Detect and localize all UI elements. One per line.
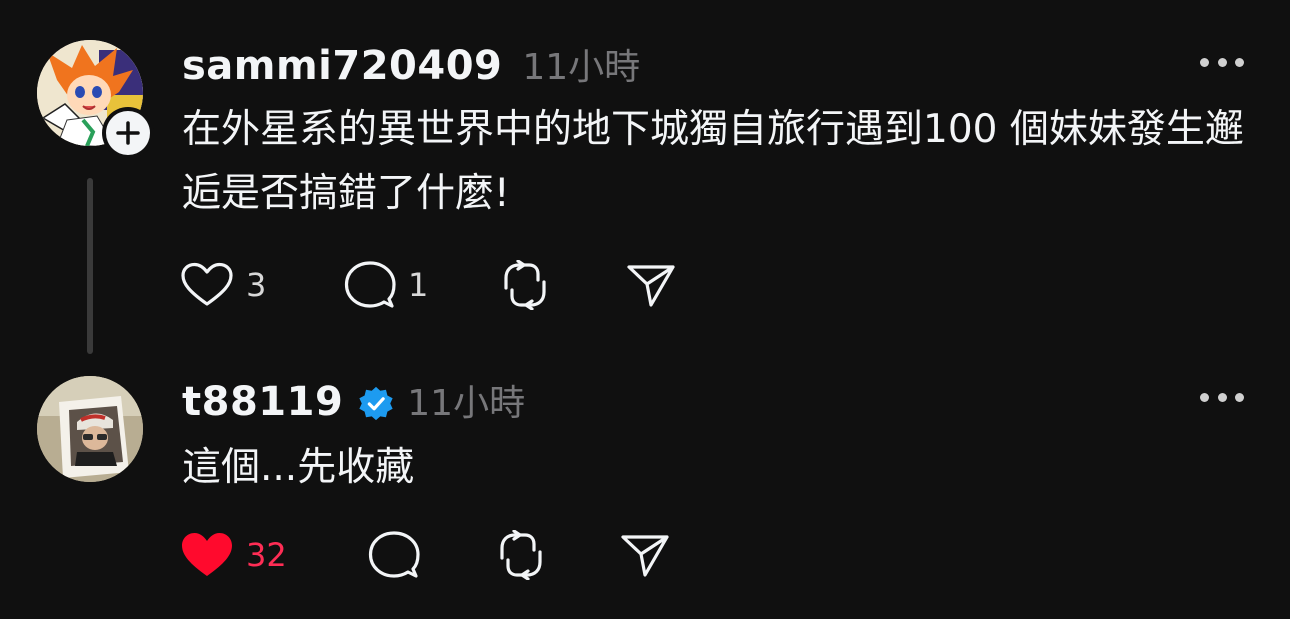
repost-button[interactable]: [494, 530, 548, 580]
repost-button[interactable]: [498, 260, 552, 310]
send-icon: [627, 265, 675, 307]
post-text: 在外星系的異世界中的地下城獨自旅行遇到100 個妹妹發生邂逅是否搞錯了什麼!: [182, 107, 1244, 216]
post-header: t88119 11小時: [182, 374, 525, 426]
heart-filled-icon: [182, 533, 232, 576]
verified-badge-icon: [359, 386, 393, 421]
repost-icon: [500, 530, 542, 580]
like-button[interactable]: 32: [180, 530, 287, 580]
send-icon: [621, 535, 669, 577]
like-button[interactable]: 3: [180, 260, 266, 310]
reply-count: 1: [408, 266, 429, 304]
username[interactable]: sammi720409: [182, 43, 502, 89]
username[interactable]: t88119: [182, 379, 343, 425]
like-count: 3: [246, 266, 267, 304]
more-options-icon[interactable]: [1200, 54, 1244, 70]
post-header: sammi720409 11小時: [182, 38, 640, 90]
reply-button[interactable]: 1: [344, 260, 428, 310]
comment-icon: [368, 531, 420, 578]
post-text: 這個...先收藏: [182, 445, 415, 490]
repost-icon: [504, 260, 546, 310]
thread-line: [87, 178, 93, 354]
heart-icon: [181, 262, 233, 306]
share-button[interactable]: [626, 260, 676, 310]
timestamp: 11小時: [522, 47, 641, 88]
like-count: 32: [246, 536, 287, 574]
reply-post: t88119 11小時 這個...先收藏 32: [0, 360, 1290, 619]
timestamp: 11小時: [407, 383, 526, 424]
photo-avatar-icon: [37, 376, 143, 482]
reply-button[interactable]: [368, 530, 420, 580]
plus-icon: [116, 121, 140, 145]
comment-icon: [344, 261, 396, 308]
thread-post: sammi720409 11小時 在外星系的異世界中的地下城獨自旅行遇到100 …: [0, 0, 1290, 360]
follow-button[interactable]: [102, 107, 154, 159]
share-button[interactable]: [620, 530, 670, 580]
avatar[interactable]: [37, 376, 143, 482]
more-options-icon[interactable]: [1200, 389, 1244, 405]
